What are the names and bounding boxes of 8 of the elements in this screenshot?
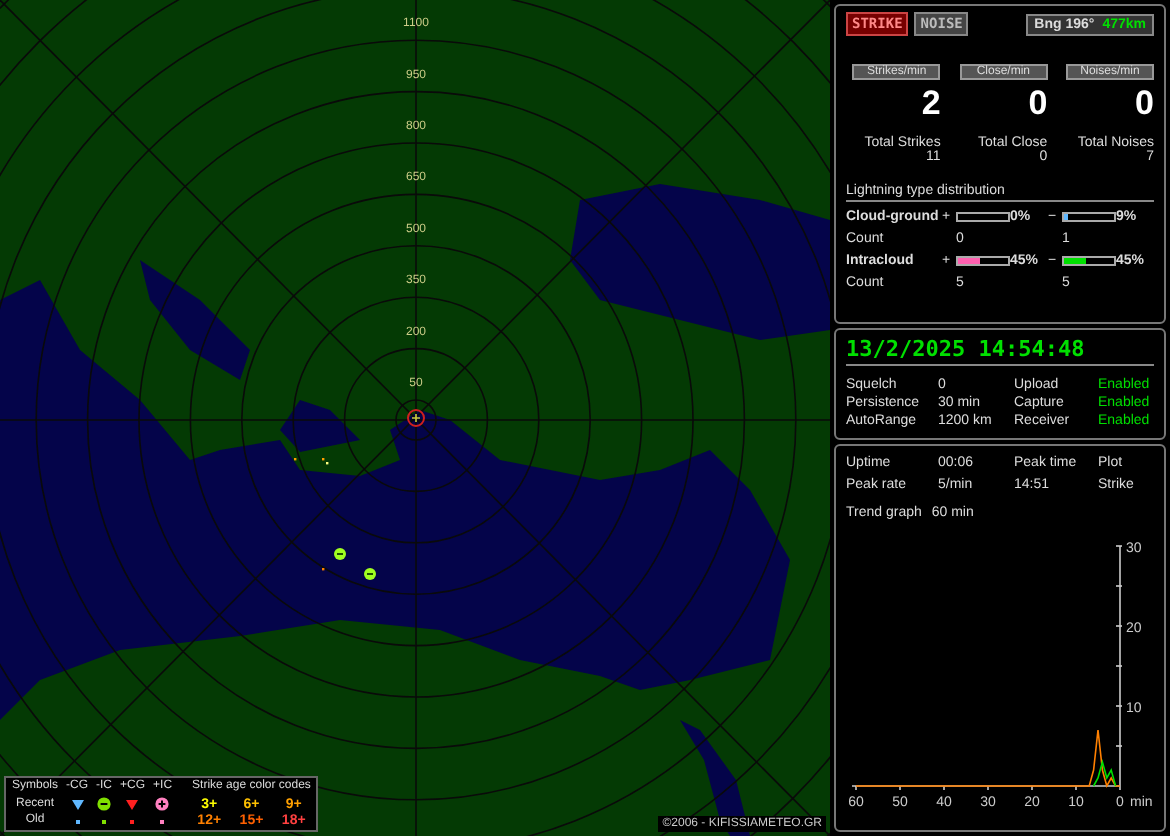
- strike-marker: [334, 548, 346, 560]
- station-marker: [407, 409, 425, 427]
- strike-marker: [364, 568, 376, 580]
- rate-value: 2: [921, 84, 941, 124]
- clock-text: 13/2/2025 14:54:48: [846, 336, 1154, 366]
- distribution-bar: [956, 212, 1010, 222]
- rate-value: 0: [1028, 84, 1048, 124]
- rate-value: 0: [1135, 84, 1154, 124]
